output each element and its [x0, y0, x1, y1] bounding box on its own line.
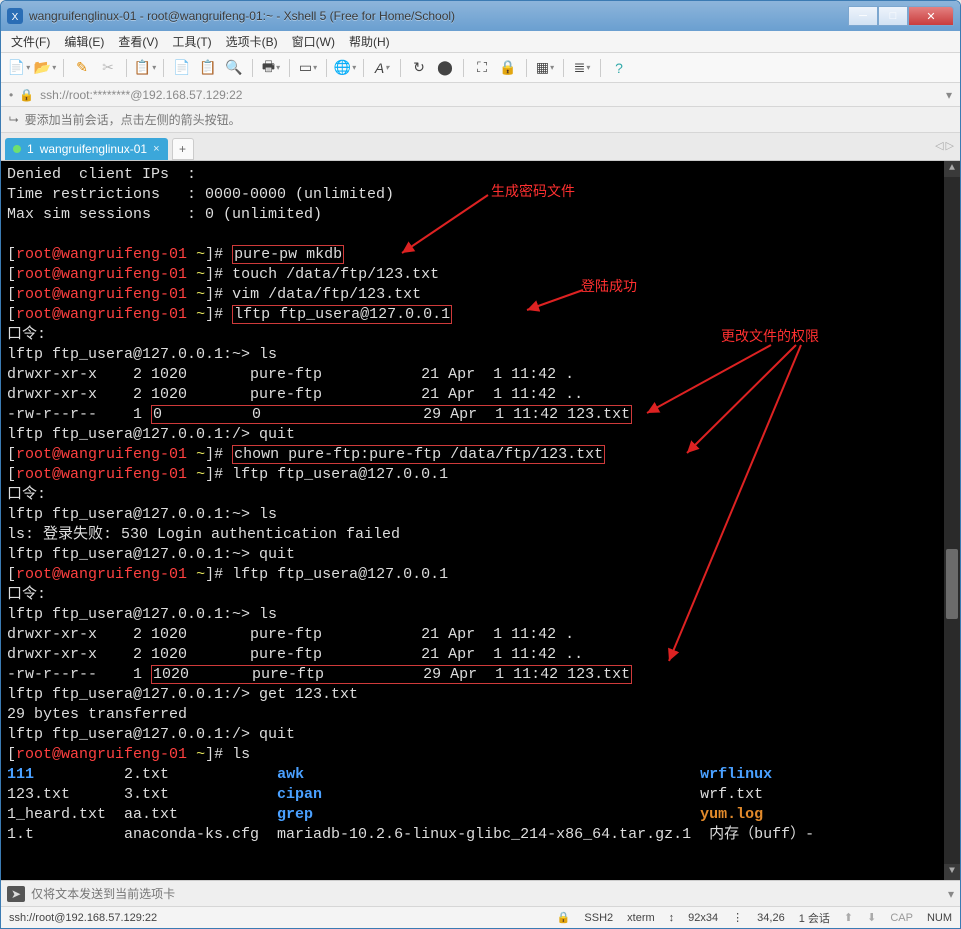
address-bar: • 🔒 ssh://root:********@192.168.57.129:2… [1, 83, 960, 107]
hint-arrow-icon[interactable]: ⮡ [9, 112, 19, 127]
status-dot-icon [13, 145, 21, 153]
print-icon[interactable]: 🖶 [261, 58, 281, 78]
svg-text:X: X [12, 12, 19, 23]
send-input[interactable] [31, 887, 942, 901]
scroll-thumb[interactable] [946, 549, 958, 619]
terminal-scrollbar[interactable]: ▲ ▼ [944, 161, 960, 880]
menu-view[interactable]: 查看(V) [118, 33, 158, 50]
record-icon[interactable]: ⬤ [435, 58, 455, 78]
help-icon[interactable]: ? [609, 58, 629, 78]
status-up-icon[interactable]: ⬆ [844, 911, 853, 924]
new-session-icon[interactable]: 📄 [9, 58, 29, 78]
refresh-icon[interactable]: ↻ [409, 58, 429, 78]
disconnect-icon[interactable]: ✂ [98, 58, 118, 78]
reconnect-icon[interactable]: ✎ [72, 58, 92, 78]
list-icon[interactable]: ≣ [572, 58, 592, 78]
app-window: X wangruifenglinux-01 - root@wangruifeng… [0, 0, 961, 929]
status-num: NUM [927, 912, 952, 924]
lock-icon[interactable]: 🔒 [498, 58, 518, 78]
tab-next-icon[interactable]: ▷ [946, 139, 954, 152]
globe-icon[interactable]: 🌐 [335, 58, 355, 78]
send-arrow-icon[interactable]: ➤ [7, 886, 25, 902]
copy-icon[interactable]: 📄 [172, 58, 192, 78]
paste-icon[interactable]: 📋 [198, 58, 218, 78]
menu-edit[interactable]: 编辑(E) [64, 33, 104, 50]
menu-help[interactable]: 帮助(H) [349, 33, 390, 50]
status-bar: ssh://root@192.168.57.129:22 🔒 SSH2 xter… [1, 906, 960, 928]
open-icon[interactable]: 📂 [35, 58, 55, 78]
menu-tabs[interactable]: 选项卡(B) [226, 33, 278, 50]
send-bar: ➤ ▾ [1, 880, 960, 906]
font-icon[interactable]: A [372, 58, 392, 78]
scroll-up-icon[interactable]: ▲ [944, 161, 960, 177]
titlebar: X wangruifenglinux-01 - root@wangruifeng… [1, 1, 960, 31]
app-icon: X [7, 8, 23, 24]
address-text[interactable]: ssh://root:********@192.168.57.129:22 [40, 88, 940, 102]
close-button[interactable]: ✕ [908, 6, 954, 26]
status-ssh-icon: 🔒 [557, 911, 571, 924]
status-term: xterm [627, 912, 655, 924]
status-size-icon: ↕ [669, 912, 675, 924]
status-cap: CAP [890, 912, 913, 924]
terminal[interactable]: Denied client IPs :Time restrictions : 0… [1, 161, 960, 880]
status-down-icon[interactable]: ⬇ [867, 911, 876, 924]
menu-file[interactable]: 文件(F) [11, 33, 50, 50]
tab-strip: 1 wangruifenglinux-01 × + ◁ ▷ [1, 133, 960, 161]
tab-index: 1 [27, 142, 34, 156]
status-size: 92x34 [688, 912, 718, 924]
toolbar: 📄 📂 ✎ ✂ 📋 📄 📋 🔍 🖶 ▭ 🌐 A ↻ ⬤ ⛶ 🔒 ▦ ≣ ? [1, 53, 960, 83]
hint-text: 要添加当前会话，点击左侧的箭头按钮。 [25, 111, 241, 128]
addr-bullet-icon: • [9, 88, 13, 102]
send-down-icon[interactable]: ▾ [948, 887, 954, 901]
menu-tools[interactable]: 工具(T) [172, 33, 211, 50]
addr-lock-icon: 🔒 [19, 88, 34, 102]
menubar: 文件(F) 编辑(E) 查看(V) 工具(T) 选项卡(B) 窗口(W) 帮助(… [1, 31, 960, 53]
scroll-down-icon[interactable]: ▼ [944, 864, 960, 880]
status-ssh: SSH2 [584, 912, 613, 924]
properties-icon[interactable]: 📋 [135, 58, 155, 78]
session-tab[interactable]: 1 wangruifenglinux-01 × [5, 138, 168, 160]
addr-dropdown-icon[interactable]: ▾ [946, 88, 952, 102]
tile-icon[interactable]: ▦ [535, 58, 555, 78]
layout-icon[interactable]: ▭ [298, 58, 318, 78]
window-title: wangruifenglinux-01 - root@wangruifeng-0… [29, 9, 848, 23]
minimize-button[interactable]: ─ [848, 6, 878, 26]
hint-bar: ⮡ 要添加当前会话，点击左侧的箭头按钮。 [1, 107, 960, 133]
tab-prev-icon[interactable]: ◁ [935, 139, 943, 152]
status-cursor: 34,26 [757, 912, 785, 924]
status-cursor-icon: ⋮ [732, 911, 743, 924]
status-sessions: 1 会话 [799, 910, 830, 926]
tab-label: wangruifenglinux-01 [40, 142, 147, 156]
tab-close-icon[interactable]: × [153, 143, 159, 155]
new-tab-button[interactable]: + [172, 138, 194, 160]
status-left: ssh://root@192.168.57.129:22 [9, 912, 157, 924]
maximize-button[interactable]: □ [878, 6, 908, 26]
find-icon[interactable]: 🔍 [224, 58, 244, 78]
fullscreen-icon[interactable]: ⛶ [472, 58, 492, 78]
menu-window[interactable]: 窗口(W) [292, 33, 335, 50]
